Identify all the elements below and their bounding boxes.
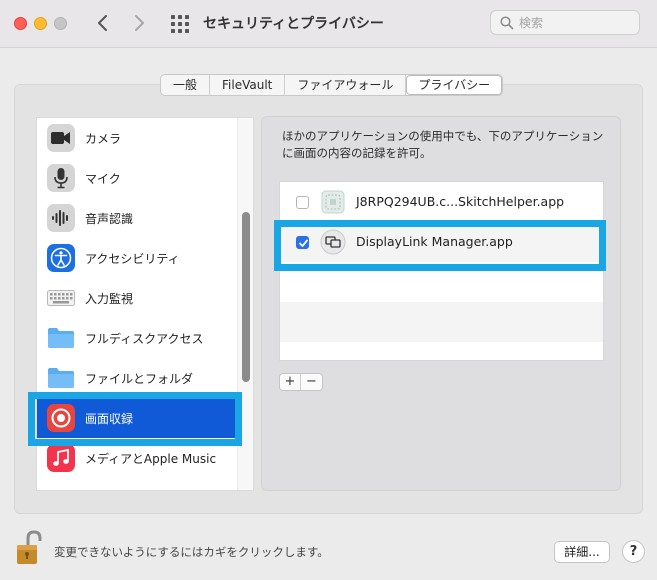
details-button[interactable]: 詳細...	[554, 541, 610, 563]
category-item-accessibility[interactable]: アクセシビリティ	[37, 238, 237, 278]
zoom-window-button[interactable]	[54, 17, 67, 30]
tab-privacy[interactable]: プライバシー	[406, 75, 503, 95]
category-item-microphone[interactable]: マイク	[37, 158, 237, 198]
show-all-button[interactable]	[170, 14, 190, 34]
category-label: 入力監視	[85, 291, 134, 306]
folder-icon	[47, 324, 75, 352]
chevron-right-icon	[135, 15, 144, 31]
tab-filevault[interactable]: FileVault	[210, 75, 286, 95]
permission-description: ほかのアプリケーションの使用中でも、下のアプリケーションに画面の内容の記録を許可…	[282, 129, 604, 160]
list-add-remove-control: + −	[279, 373, 323, 391]
help-button[interactable]: ?	[622, 540, 645, 563]
forward-button[interactable]	[128, 12, 150, 34]
window-title: セキュリティとプライバシー	[203, 16, 384, 32]
folder-icon	[47, 364, 75, 392]
music-icon	[47, 444, 75, 472]
unlocked-padlock-icon	[17, 530, 42, 564]
search-input[interactable]	[519, 13, 634, 32]
add-app-button[interactable]: +	[280, 374, 302, 390]
speech-recognition-icon	[47, 204, 75, 232]
app-label: J8RPQ294UB.c...SkitchHelper.app	[356, 194, 565, 209]
app-permission-list[interactable]: J8RPQ294UB.c...SkitchHelper.app DisplayL…	[279, 181, 604, 361]
skitch-helper-icon	[320, 189, 346, 215]
category-label: フルディスクアクセス	[85, 331, 204, 346]
category-label: メディアとApple Music	[85, 451, 217, 466]
highlight-frame-displaylink	[274, 220, 606, 271]
close-window-button[interactable]	[14, 17, 27, 30]
lock-hint-text: 変更できないようにするにはカギをクリックします。	[54, 545, 329, 559]
tab-general[interactable]: 一般	[161, 75, 211, 95]
search-icon	[500, 16, 514, 30]
accessibility-icon	[47, 244, 75, 272]
tab-bar: 一般 FileVault ファイアウォール プライバシー	[160, 74, 504, 96]
category-label: ファイルとフォルダ	[85, 371, 194, 386]
app-row-skitch-helper[interactable]: J8RPQ294UB.c...SkitchHelper.app	[280, 182, 603, 222]
grid-icon	[171, 15, 189, 33]
chevron-left-icon	[98, 15, 107, 31]
scrollbar-thumb[interactable]	[242, 212, 250, 382]
remove-app-button[interactable]: −	[301, 374, 322, 390]
app-row-empty	[280, 302, 603, 342]
category-label: マイク	[85, 171, 121, 186]
minimize-window-button[interactable]	[34, 17, 47, 30]
category-item-input-monitoring[interactable]: 入力監視	[37, 278, 237, 318]
back-button[interactable]	[92, 12, 114, 34]
camera-icon	[47, 124, 75, 152]
category-item-camera[interactable]: カメラ	[37, 118, 237, 158]
category-item-full-disk-access[interactable]: フルディスクアクセス	[37, 318, 237, 358]
keyboard-icon	[47, 284, 75, 312]
category-item-speech-recognition[interactable]: 音声認識	[37, 198, 237, 238]
category-label: 音声認識	[85, 211, 134, 226]
microphone-icon	[47, 164, 75, 192]
search-field[interactable]	[490, 10, 640, 35]
tab-firewall[interactable]: ファイアウォール	[285, 75, 407, 95]
app-checkbox[interactable]	[296, 196, 309, 209]
category-label: アクセシビリティ	[85, 251, 180, 266]
title-bar: セキュリティとプライバシー	[0, 0, 657, 48]
highlight-frame-screen-recording	[28, 392, 242, 446]
lock-button[interactable]	[15, 530, 47, 566]
category-label: カメラ	[85, 131, 122, 146]
